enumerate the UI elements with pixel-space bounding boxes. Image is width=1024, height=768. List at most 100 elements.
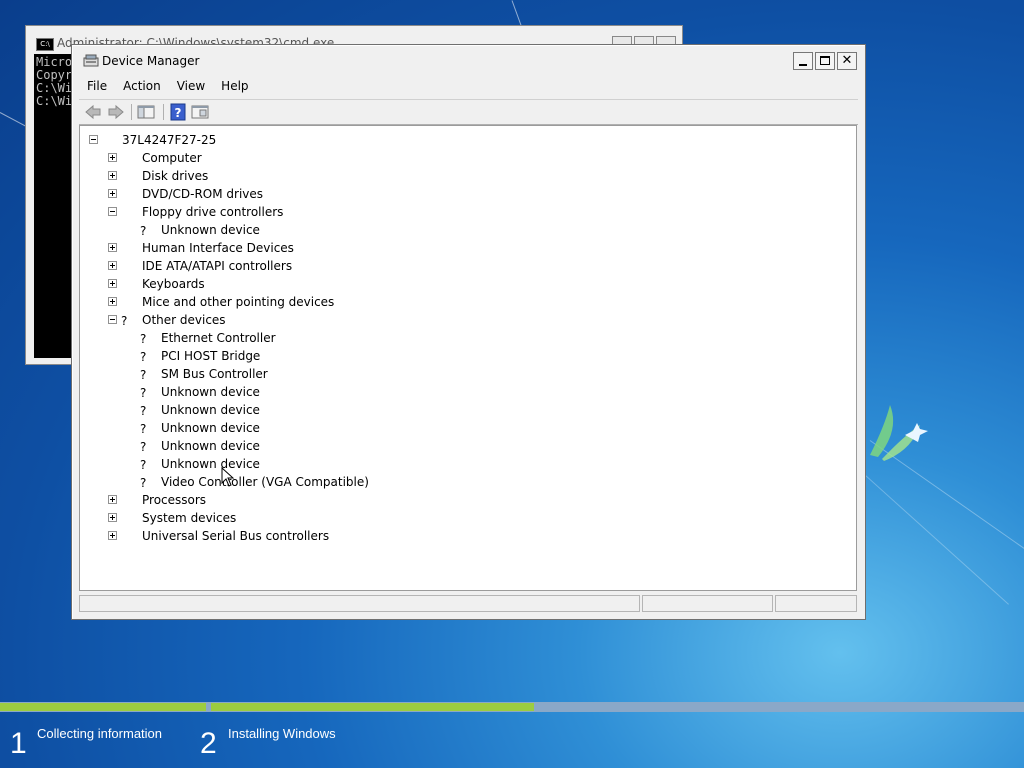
expand-toggle[interactable]: [108, 153, 117, 162]
show-hide-console-tree-icon[interactable]: [137, 103, 155, 121]
svg-text:?: ?: [140, 404, 147, 418]
device-manager-titlebar[interactable]: Device Manager ✕: [72, 45, 865, 75]
tree-device[interactable]: ? Video Controller (VGA Compatible): [80, 473, 850, 491]
system-devices-icon: [121, 510, 137, 526]
tree-device[interactable]: ? Unknown device: [80, 221, 850, 239]
tree-device[interactable]: ? Unknown device: [80, 455, 850, 473]
tree-category[interactable]: DVD/CD-ROM drives: [80, 185, 850, 203]
tree-device-label: SM Bus Controller: [161, 367, 268, 381]
expand-toggle[interactable]: [108, 243, 117, 252]
device-tree[interactable]: 37L4247F27-25 Computer Disk drives DVD/CD-R…: [79, 125, 857, 591]
dvd-icon: [121, 186, 137, 202]
warning-device-icon: ?: [140, 402, 156, 418]
disk-drive-icon: [121, 168, 137, 184]
svg-text:?: ?: [140, 422, 147, 436]
menu-file[interactable]: File: [79, 78, 115, 97]
tree-device[interactable]: ? Unknown device: [80, 383, 850, 401]
svg-text:?: ?: [140, 224, 147, 238]
expand-toggle[interactable]: [108, 189, 117, 198]
svg-text:?: ?: [121, 314, 128, 328]
step-number: 1: [10, 727, 27, 760]
warning-device-icon: ?: [140, 420, 156, 436]
tree-device[interactable]: ? Unknown device: [80, 401, 850, 419]
status-pane: [79, 595, 640, 612]
window-buttons: ✕: [791, 52, 857, 70]
menu-view[interactable]: View: [169, 78, 213, 97]
status-pane: [642, 595, 773, 612]
expand-toggle[interactable]: [108, 531, 117, 540]
tree-category[interactable]: Universal Serial Bus controllers: [80, 527, 850, 545]
tree-device-label: Unknown device: [161, 223, 260, 237]
desktop-light-streak: [859, 470, 1009, 605]
step-label: Collecting information: [37, 726, 163, 741]
close-button[interactable]: ✕: [837, 52, 857, 70]
warning-device-icon: ?: [140, 222, 156, 238]
warning-device-icon: ?: [140, 348, 156, 364]
tree-category[interactable]: ? Other devices: [80, 311, 850, 329]
toolbar-separator: [131, 104, 132, 120]
menu-help[interactable]: Help: [213, 78, 256, 97]
ide-controller-icon: [121, 258, 137, 274]
hid-icon: [121, 240, 137, 256]
tree-category[interactable]: Human Interface Devices: [80, 239, 850, 257]
close-icon: ✕: [841, 53, 853, 68]
warning-device-icon: ?: [140, 384, 156, 400]
tree-category[interactable]: Floppy drive controllers: [80, 203, 850, 221]
tree-root[interactable]: 37L4247F27-25: [80, 131, 850, 149]
warning-device-icon: ?: [140, 474, 156, 490]
console-titlebar[interactable]: C:\ Administrator: C:\Windows\system32\c…: [26, 26, 682, 51]
tree-category[interactable]: Computer: [80, 149, 850, 167]
warning-device-icon: ?: [140, 456, 156, 472]
tree-category-label: Human Interface Devices: [142, 241, 294, 255]
windows-leaf-logo: [870, 405, 928, 461]
tree-category[interactable]: Keyboards: [80, 275, 850, 293]
tree-device[interactable]: ? Ethernet Controller: [80, 329, 850, 347]
tree-category[interactable]: Mice and other pointing devices: [80, 293, 850, 311]
svg-text:?: ?: [140, 458, 147, 472]
mouse-icon: [121, 294, 137, 310]
expand-toggle[interactable]: [108, 495, 117, 504]
back-icon[interactable]: [84, 103, 102, 121]
tree-category-label: IDE ATA/ATAPI controllers: [142, 259, 293, 273]
forward-icon[interactable]: [107, 103, 125, 121]
tree-device[interactable]: ? PCI HOST Bridge: [80, 347, 850, 365]
collapse-toggle[interactable]: [89, 135, 98, 144]
tree-device[interactable]: ? Unknown device: [80, 437, 850, 455]
tree-category-label: System devices: [142, 511, 237, 525]
menu-action[interactable]: Action: [115, 78, 169, 97]
tree-category-label: Disk drives: [142, 169, 209, 183]
svg-text:?: ?: [140, 368, 147, 382]
expand-toggle[interactable]: [108, 171, 117, 180]
setup-progress-step1: [0, 703, 206, 711]
step-label: Installing Windows: [228, 726, 336, 741]
expand-toggle[interactable]: [108, 297, 117, 306]
collapse-toggle[interactable]: [108, 207, 117, 216]
computer-icon: [121, 150, 137, 166]
tree-device[interactable]: ? Unknown device: [80, 419, 850, 437]
tree-category[interactable]: IDE ATA/ATAPI controllers: [80, 257, 850, 275]
floppy-controller-icon: [121, 204, 137, 220]
status-bar: [79, 593, 857, 613]
toolbar: ?: [79, 99, 858, 125]
tree-category[interactable]: Processors: [80, 491, 850, 509]
warning-device-icon: ?: [140, 366, 156, 382]
properties-icon[interactable]: [191, 103, 209, 121]
expand-toggle[interactable]: [108, 513, 117, 522]
tree-category[interactable]: Disk drives: [80, 167, 850, 185]
keyboard-icon: [121, 276, 137, 292]
minimize-button[interactable]: [793, 52, 813, 70]
tree-device-label: Video Controller (VGA Compatible): [161, 475, 369, 489]
tree-device[interactable]: ? SM Bus Controller: [80, 365, 850, 383]
help-icon[interactable]: ?: [169, 103, 187, 121]
expand-toggle[interactable]: [108, 279, 117, 288]
warning-device-icon: ?: [140, 438, 156, 454]
mouse-cursor-icon: [221, 467, 235, 487]
usb-icon: [121, 528, 137, 544]
expand-toggle[interactable]: [108, 261, 117, 270]
root-computer-icon: [102, 132, 118, 148]
collapse-toggle[interactable]: [108, 315, 117, 324]
tree-category[interactable]: System devices: [80, 509, 850, 527]
device-manager-window[interactable]: Device Manager ✕ File Action View Help ?…: [71, 44, 866, 620]
menu-bar: File Action View Help: [79, 77, 858, 97]
maximize-button[interactable]: [815, 52, 835, 70]
